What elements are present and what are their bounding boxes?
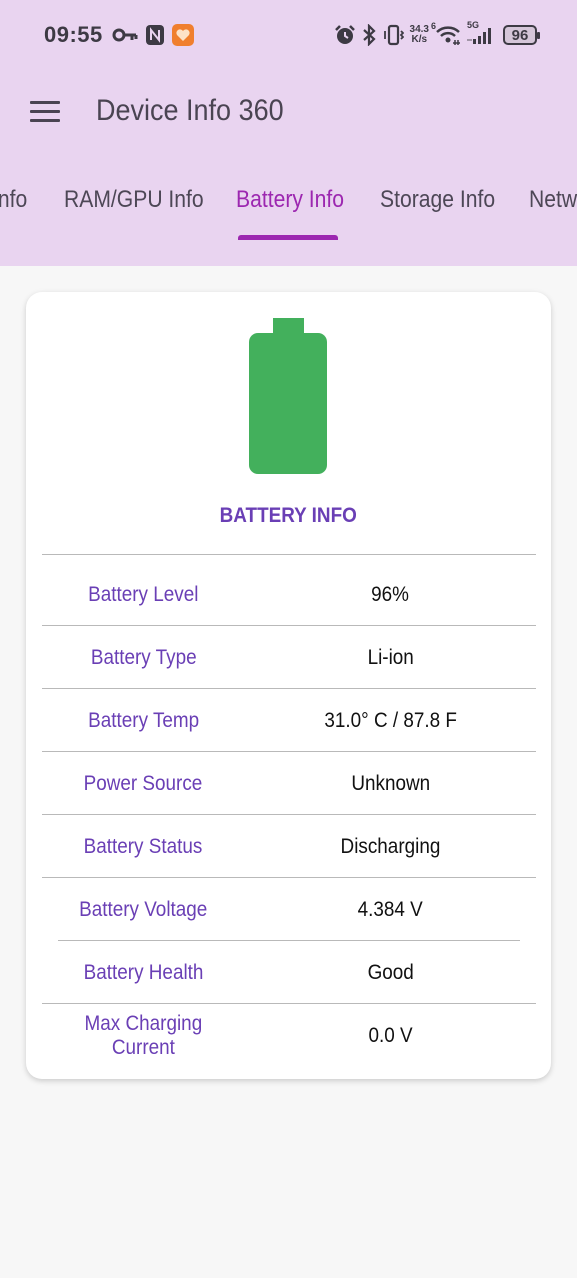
row-label: Battery Health <box>83 961 204 984</box>
battery-info-card: BATTERY INFO Battery Level 96% Battery T… <box>26 292 551 1079</box>
status-time: 09:55 <box>44 22 103 47</box>
tab-storage-info[interactable]: Storage Info <box>380 186 495 214</box>
bluetooth-icon <box>362 24 376 46</box>
vpn-key-icon <box>112 27 138 43</box>
tab-ram-gpu-info[interactable]: RAM/GPU Info <box>64 186 204 214</box>
info-row-max-charging-current: Max Charging Current 0.0 V <box>42 1005 536 1067</box>
row-value: Discharging <box>340 835 441 858</box>
tab-bar: Info RAM/GPU Info Battery Info Storage I… <box>0 186 577 226</box>
info-row-battery-health: Battery Health Good <box>42 942 536 1004</box>
row-label: Battery Temp <box>87 709 199 732</box>
app-bar: 09:55 34.3 K/s 6 5G 96 Device Info 360 f… <box>0 0 577 266</box>
info-row-battery-level: Battery Level 96% <box>42 564 536 626</box>
info-row-battery-temp: Battery Temp 31.0° C / 87.8 F <box>42 690 536 752</box>
row-value: Unknown <box>350 772 430 795</box>
row-value: Good <box>367 961 414 984</box>
divider <box>42 554 536 555</box>
alarm-icon <box>334 24 356 46</box>
row-label: Battery Status <box>84 835 203 858</box>
info-row-battery-type: Battery Type Li-ion <box>42 627 536 689</box>
battery-status-icon: 96 <box>503 25 540 45</box>
tab-battery-info[interactable]: Battery Info <box>236 186 344 214</box>
divider <box>42 688 536 689</box>
info-row-battery-voltage: Battery Voltage 4.384 V <box>42 879 536 941</box>
row-label: Power Source <box>84 772 203 795</box>
wifi-6-icon: 6 <box>431 21 461 46</box>
app-notification-icon <box>172 24 194 46</box>
row-value: 0.0 V <box>368 1024 413 1047</box>
divider <box>42 1003 536 1004</box>
row-label: Battery Level <box>88 583 199 606</box>
battery-full-icon <box>249 318 327 474</box>
network-speed: 34.3 K/s <box>409 24 429 45</box>
tab-info[interactable]: Info <box>0 186 27 214</box>
active-tab-indicator <box>238 235 338 240</box>
divider <box>42 877 536 878</box>
info-row-battery-status: Battery Status Discharging <box>42 816 536 878</box>
row-value: 31.0° C / 87.8 F <box>324 709 457 732</box>
divider <box>42 814 536 815</box>
divider <box>58 940 520 941</box>
row-value: Li-ion <box>367 646 414 669</box>
row-label: Battery Voltage <box>79 898 208 921</box>
row-label: Max Charging Current <box>84 1012 203 1059</box>
row-value: 4.384 V <box>357 898 423 921</box>
divider <box>42 751 536 752</box>
app-title: Device Info 360 <box>96 94 284 127</box>
row-label: Battery Type <box>90 646 197 669</box>
card-title: BATTERY INFO <box>219 504 358 527</box>
nfc-icon <box>145 24 165 46</box>
status-bar: 09:55 34.3 K/s 6 5G 96 <box>0 18 577 54</box>
info-row-power-source: Power Source Unknown <box>42 753 536 815</box>
row-value: 96% <box>371 583 410 606</box>
divider <box>42 625 536 626</box>
vibrate-icon <box>382 24 404 46</box>
signal-5g-icon: 5G <box>467 20 497 46</box>
hamburger-menu-icon[interactable] <box>28 98 62 126</box>
tab-network-info[interactable]: Netw <box>529 186 577 214</box>
